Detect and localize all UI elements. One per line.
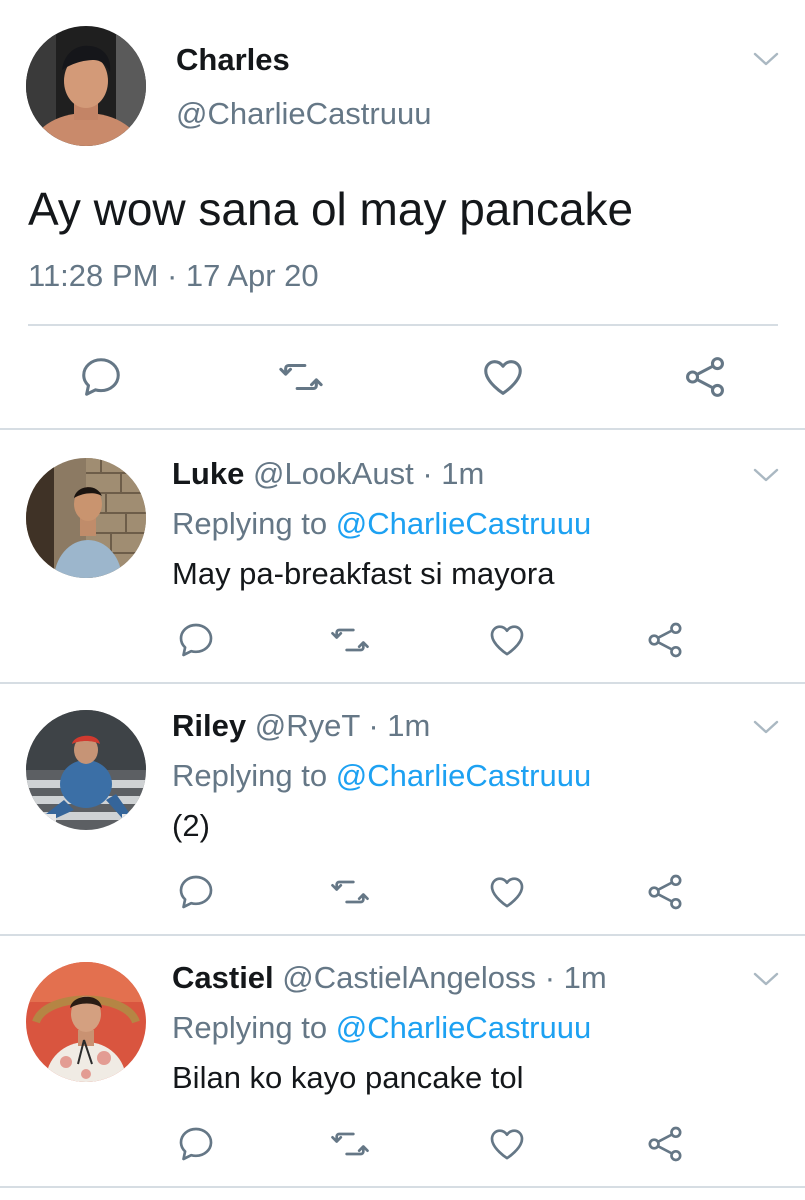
like-icon[interactable] (480, 354, 526, 400)
replying-to-link[interactable]: @CharlieCastruuu (336, 1010, 591, 1045)
like-icon[interactable] (487, 620, 527, 660)
retweet-icon[interactable] (278, 354, 324, 400)
avatar[interactable] (26, 458, 146, 578)
share-icon[interactable] (645, 620, 685, 660)
chevron-down-icon[interactable] (752, 970, 780, 988)
tweet-timestamp[interactable]: 11:28 PM · 17 Apr 20 (28, 258, 319, 294)
like-icon[interactable] (487, 872, 527, 912)
divider (0, 1186, 805, 1188)
reply-icon[interactable] (78, 354, 124, 400)
replying-label: Replying to (172, 1010, 328, 1045)
replying-to: Replying to @CharlieCastruuu (172, 758, 591, 794)
avatar[interactable] (26, 962, 146, 1082)
reply-time[interactable]: · 1m (368, 708, 430, 743)
reply-text: Bilan ko kayo pancake tol (172, 1060, 524, 1095)
share-icon[interactable] (682, 354, 728, 400)
divider (0, 428, 805, 430)
avatar[interactable] (26, 26, 146, 146)
display-name[interactable]: Charles (176, 42, 290, 78)
retweet-icon[interactable] (330, 1124, 370, 1164)
share-icon[interactable] (645, 872, 685, 912)
retweet-icon[interactable] (330, 872, 370, 912)
replying-to-link[interactable]: @CharlieCastruuu (336, 506, 591, 541)
replying-label: Replying to (172, 506, 328, 541)
reply-header: Riley @RyeT · 1m (172, 708, 430, 744)
replying-to-link[interactable]: @CharlieCastruuu (336, 758, 591, 793)
display-name[interactable]: Luke (172, 456, 244, 491)
display-name[interactable]: Riley (172, 708, 246, 743)
reply-text: May pa-breakfast si mayora (172, 556, 555, 591)
tweet-text: Ay wow sana ol may pancake (28, 183, 634, 235)
chevron-down-icon[interactable] (752, 50, 780, 68)
replying-label: Replying to (172, 758, 328, 793)
reply-time[interactable]: · 1m (545, 960, 607, 995)
chevron-down-icon[interactable] (752, 718, 780, 736)
reply-icon[interactable] (176, 872, 216, 912)
divider (0, 934, 805, 936)
replying-to: Replying to @CharlieCastruuu (172, 1010, 591, 1046)
user-handle[interactable]: @RyeT (255, 708, 360, 743)
reply-header: Luke @LookAust · 1m (172, 456, 484, 492)
user-handle[interactable]: @CastielAngeloss (282, 960, 536, 995)
replying-to: Replying to @CharlieCastruuu (172, 506, 591, 542)
divider (0, 682, 805, 684)
avatar[interactable] (26, 710, 146, 830)
reply-time[interactable]: · 1m (422, 456, 484, 491)
like-icon[interactable] (487, 1124, 527, 1164)
reply-text: (2) (172, 808, 210, 843)
divider (28, 324, 778, 326)
user-handle[interactable]: @LookAust (253, 456, 414, 491)
display-name[interactable]: Castiel (172, 960, 274, 995)
share-icon[interactable] (645, 1124, 685, 1164)
retweet-icon[interactable] (330, 620, 370, 660)
chevron-down-icon[interactable] (752, 466, 780, 484)
user-handle[interactable]: @CharlieCastruuu (176, 96, 431, 132)
reply-icon[interactable] (176, 1124, 216, 1164)
reply-header: Castiel @CastielAngeloss · 1m (172, 960, 607, 996)
reply-icon[interactable] (176, 620, 216, 660)
